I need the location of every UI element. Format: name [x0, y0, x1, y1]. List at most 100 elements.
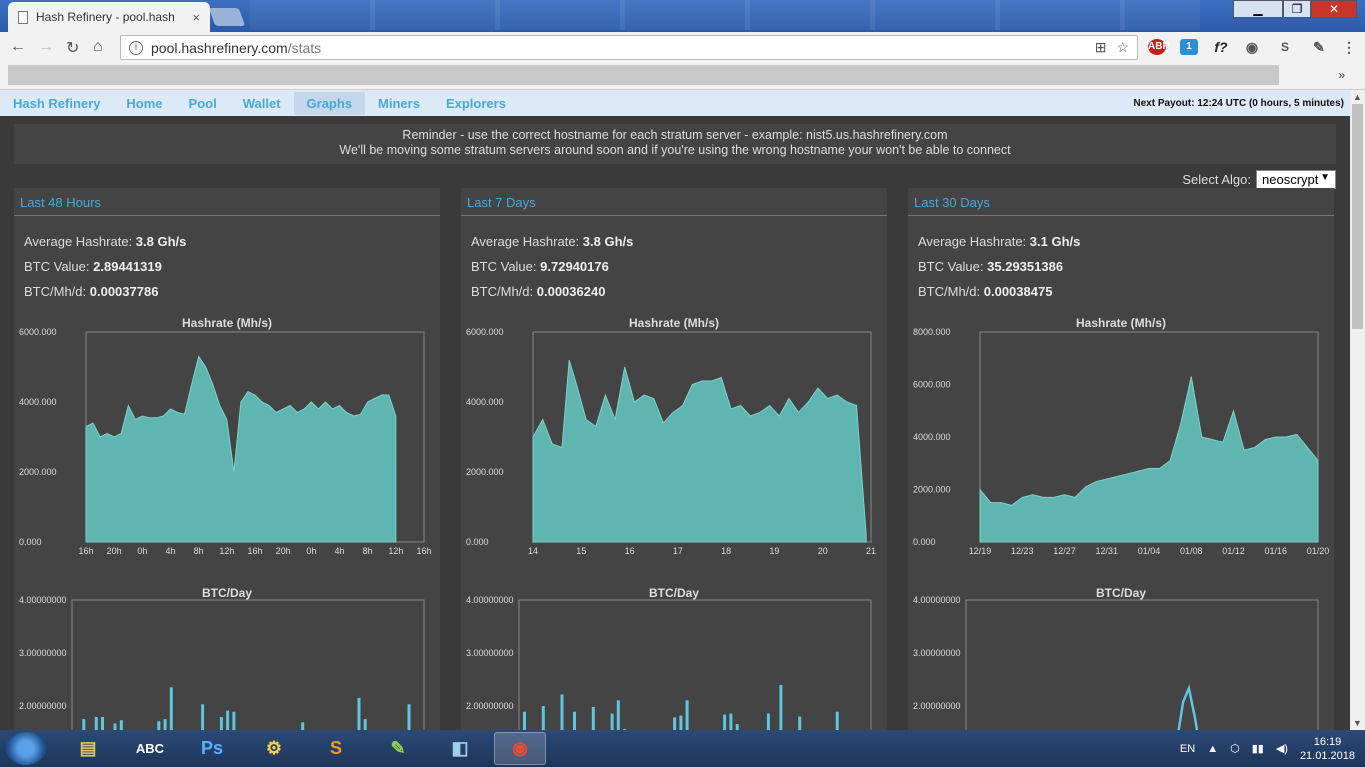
panel-title[interactable]: Last 30 Days — [908, 188, 1334, 216]
tab-title: Hash Refinery - pool.hash — [36, 10, 175, 24]
btc-day-bar — [169, 687, 173, 730]
network-icon[interactable]: ▮▮ — [1252, 742, 1264, 755]
nav-home[interactable]: Home — [113, 92, 175, 115]
page-scrollbar[interactable]: ▲ ▼ — [1350, 90, 1365, 730]
hashrate-area — [85, 355, 397, 543]
nav-brand[interactable]: Hash Refinery — [0, 92, 113, 115]
avg-hashrate-value: 3.8 Gh/s — [135, 234, 187, 249]
chrome-taskbar-icon[interactable]: ◉ — [494, 732, 546, 765]
window-close-button[interactable]: ✕ — [1311, 0, 1357, 18]
scroll-up-icon[interactable]: ▲ — [1353, 92, 1362, 102]
nav-explorers[interactable]: Explorers — [433, 92, 519, 115]
abc-taskbar-icon[interactable]: ABC — [124, 732, 176, 765]
btc-day-bar — [94, 717, 98, 730]
nav-wallet[interactable]: Wallet — [230, 92, 294, 115]
back-icon[interactable]: ← — [10, 38, 26, 56]
notepad-taskbar-icon[interactable]: ✎ — [372, 732, 424, 765]
translate-icon[interactable]: ⊞ — [1095, 39, 1107, 56]
scroll-thumb[interactable] — [1352, 104, 1363, 329]
x-tick-label: 20h — [276, 546, 291, 556]
btc-day-bar — [357, 697, 361, 730]
hashrate-chart-7d: Hashrate (Mh/s) 0.000 2000.000 4000.000 6000… — [466, 316, 876, 556]
titlebar-background — [250, 0, 1200, 30]
panel-7d: Last 7 Days Average Hashrate: 3.8 Gh/s B… — [461, 188, 887, 730]
panel-title[interactable]: Last 48 Hours — [14, 188, 440, 216]
algo-selector: Select Algo: neoscrypt ▼ — [1182, 170, 1336, 189]
explorer-taskbar-icon[interactable]: ▤ — [62, 732, 114, 765]
nav-pool[interactable]: Pool — [176, 92, 230, 115]
nav-miners[interactable]: Miners — [365, 92, 433, 115]
avg-hashrate-value: 3.1 Gh/s — [1029, 234, 1081, 249]
browser-tab[interactable]: Hash Refinery - pool.hash × — [8, 2, 210, 32]
btc-value-value: 35.29351386 — [987, 259, 1064, 274]
tray-chevron-icon[interactable]: ▲ — [1207, 743, 1218, 755]
btc-mhd: BTC/Mh/d: 0.00038475 — [918, 279, 1334, 304]
s-extension-icon[interactable]: S — [1276, 39, 1294, 55]
language-indicator[interactable]: EN — [1180, 743, 1195, 755]
reload-icon[interactable]: ↻ — [66, 38, 79, 58]
x-tick-label: 4h — [334, 546, 344, 556]
menu-icon[interactable]: ⋮ — [1340, 39, 1358, 55]
y-tick-label: 2.00000000 — [913, 701, 961, 711]
sublime-taskbar-icon[interactable]: S — [310, 732, 362, 765]
x-tick-label: 01/12 — [1222, 546, 1245, 556]
address-bar[interactable]: i pool.hashrefinery.com/stats ⊞ ☆ — [120, 35, 1138, 60]
btc-value-label: BTC Value: — [471, 259, 537, 274]
y-tick-label: 3.00000000 — [19, 648, 67, 658]
hashrate-chart-30d: Hashrate (Mh/s) 0.000 2000.000 4000.000 6000… — [913, 316, 1329, 556]
volume-icon[interactable]: ◀) — [1276, 742, 1288, 755]
forward-icon[interactable]: → — [38, 38, 54, 56]
x-tick-label: 20h — [107, 546, 122, 556]
extension-badge-icon[interactable]: 1 — [1180, 39, 1198, 55]
minimize-button[interactable]: ▁ — [1233, 0, 1283, 18]
app-taskbar-icon[interactable]: ◧ — [434, 732, 486, 765]
panel-title[interactable]: Last 7 Days — [461, 188, 887, 216]
new-tab-button[interactable] — [208, 8, 246, 26]
x-tick-label: 0h — [306, 546, 316, 556]
python-taskbar-icon[interactable]: ⚙ — [248, 732, 300, 765]
x-tick-label: 20 — [818, 546, 828, 556]
close-tab-icon[interactable]: × — [192, 10, 200, 25]
scroll-down-icon[interactable]: ▼ — [1353, 718, 1362, 728]
clock[interactable]: 16:19 21.01.2018 — [1300, 735, 1355, 763]
photoshop-taskbar-icon[interactable]: Ps — [186, 732, 238, 765]
x-tick-label: 01/04 — [1138, 546, 1161, 556]
btc-day-bar — [766, 713, 770, 730]
y-tick-label: 0.000 — [466, 537, 489, 547]
btc-day-chart-30d: BTC/Day 2.00000000 3.00000000 4.00000000 — [913, 586, 1319, 730]
btc-day-bar — [157, 721, 161, 730]
x-tick-label: 12/23 — [1011, 546, 1034, 556]
home-icon[interactable]: ⌂ — [93, 38, 103, 56]
avg-hashrate: Average Hashrate: 3.8 Gh/s — [471, 229, 887, 254]
shield-icon[interactable]: ⬡ — [1230, 742, 1240, 755]
bookmark-star-icon[interactable]: ☆ — [1116, 39, 1129, 56]
btc-mhd-value: 0.00036240 — [536, 284, 606, 299]
start-button[interactable] — [6, 732, 46, 765]
font-extension-icon[interactable]: f? — [1212, 39, 1230, 55]
btc-mhd: BTC/Mh/d: 0.00036240 — [471, 279, 887, 304]
hashrate-area — [532, 359, 867, 543]
info-icon[interactable]: i — [129, 40, 143, 55]
x-tick-label: 0h — [137, 546, 147, 556]
adblock-icon[interactable]: ABP — [1148, 39, 1169, 55]
y-tick-label: 6000.000 — [913, 380, 951, 390]
algo-select[interactable]: neoscrypt ▼ — [1256, 170, 1336, 189]
y-tick-label: 4.00000000 — [466, 595, 514, 605]
hashrate-area — [979, 376, 1319, 543]
panel-48h: Last 48 Hours Average Hashrate: 3.8 Gh/s… — [14, 188, 440, 730]
x-tick-label: 16h — [247, 546, 262, 556]
y-tick-label: 2.00000000 — [466, 701, 514, 711]
maximize-button[interactable]: ❐ — [1283, 0, 1311, 18]
x-tick-label: 01/08 — [1180, 546, 1203, 556]
eye-extension-icon[interactable]: ◉ — [1243, 39, 1261, 55]
bookmarks-overflow-icon[interactable]: » — [1338, 68, 1345, 82]
document-icon — [18, 10, 28, 24]
btc-mhd-label: BTC/Mh/d: — [918, 284, 981, 299]
chart-frame — [71, 599, 425, 730]
btc-day-bar — [573, 711, 576, 730]
nav-graphs[interactable]: Graphs — [293, 91, 366, 115]
url-path: /stats — [287, 39, 322, 56]
y-tick-label: 4.00000000 — [19, 595, 67, 605]
y-tick-label: 0.000 — [19, 537, 42, 547]
tools-extension-icon[interactable]: ✎ — [1310, 39, 1328, 55]
